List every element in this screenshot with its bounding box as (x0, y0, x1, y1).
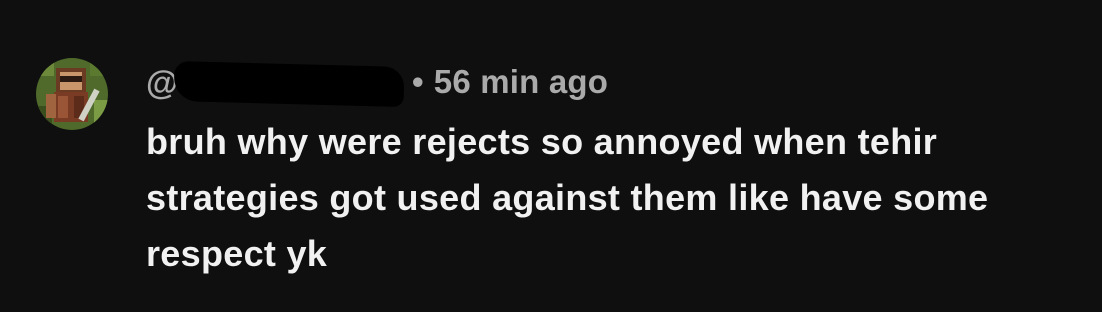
comment-text: bruh why were rejects so annoyed when te… (146, 121, 989, 274)
comment-timestamp: 56 min ago (433, 63, 609, 100)
author-handle-wrapper[interactable]: @ (146, 60, 405, 108)
meta-separator: • (412, 63, 424, 100)
minecraft-skin-avatar-icon (36, 58, 108, 130)
author-handle[interactable]: @ (146, 64, 178, 102)
comment-body: @ • 56 min ago bruh why were rejects so … (146, 60, 1086, 282)
redaction-mark (173, 60, 405, 108)
avatar[interactable] (36, 58, 108, 130)
comment-item: @ • 56 min ago bruh why were rejects so … (0, 0, 1102, 312)
comment-meta: @ • 56 min ago (146, 60, 1086, 108)
